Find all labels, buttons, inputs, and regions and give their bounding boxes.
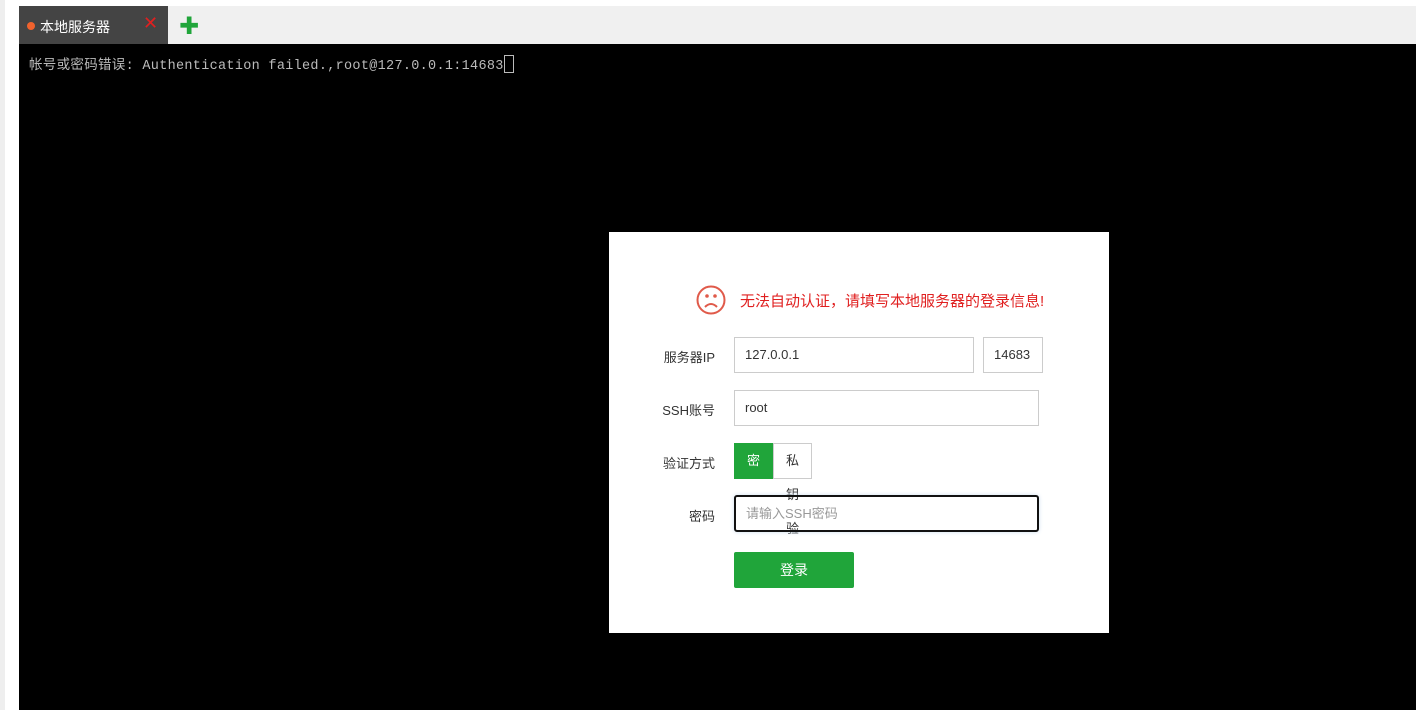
ssh-user-input[interactable]: root xyxy=(734,390,1039,426)
port-input[interactable]: 14683 xyxy=(983,337,1043,373)
tab-label: 本地服务器 xyxy=(40,19,110,35)
auth-label: 验证方式 xyxy=(662,456,715,471)
sad-face-icon xyxy=(696,285,726,315)
status-dot-icon xyxy=(27,22,35,30)
ip-label: 服务器IP xyxy=(663,350,715,365)
terminal-text: 帐号或密码错误: Authentication failed.,root@127… xyxy=(29,59,504,74)
password-auth-button[interactable]: 密码验证 xyxy=(734,443,774,570)
password-input[interactable]: 请输入SSH密码 xyxy=(734,495,1039,532)
user-label: SSH账号 xyxy=(662,403,715,418)
tab-local-server[interactable]: 本地服务器 ✕ xyxy=(19,6,168,44)
plus-icon[interactable]: ✚ xyxy=(179,12,199,41)
terminal-cursor xyxy=(503,55,514,73)
left-border xyxy=(0,0,5,710)
auth-method-toggle: 密码验证 私钥验证 xyxy=(734,443,813,570)
close-icon[interactable]: ✕ xyxy=(143,13,158,34)
login-button[interactable]: 登录 xyxy=(734,552,854,588)
login-dialog: 无法自动认证，请填写本地服务器的登录信息! 服务器IP 127.0.0.1 14… xyxy=(609,232,1109,633)
terminal-line: 帐号或密码错误: Authentication failed.,root@127… xyxy=(29,53,514,74)
key-auth-button[interactable]: 私钥验证 xyxy=(773,443,813,570)
ip-input[interactable]: 127.0.0.1 xyxy=(734,337,974,373)
password-label: 密码 xyxy=(688,509,715,524)
error-banner: 无法自动认证，请填写本地服务器的登录信息! xyxy=(696,285,1044,315)
tab-bar: 本地服务器 ✕ ✚ xyxy=(19,6,1416,44)
error-message: 无法自动认证，请填写本地服务器的登录信息! xyxy=(740,292,1045,310)
